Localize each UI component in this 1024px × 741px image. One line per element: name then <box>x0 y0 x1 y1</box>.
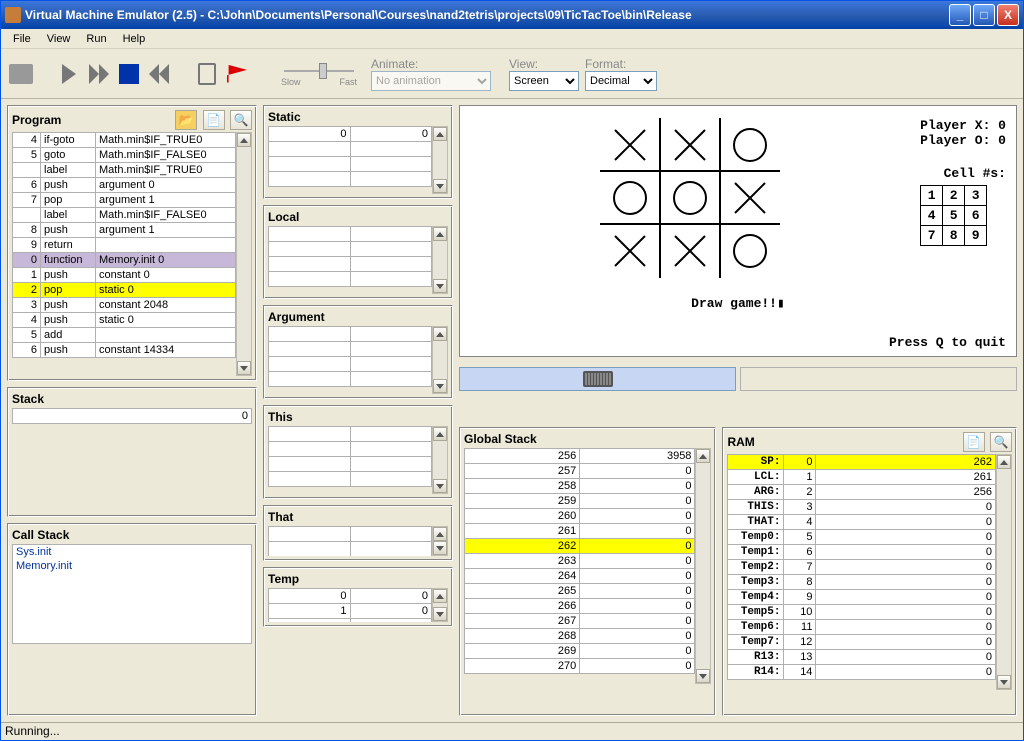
argument-scrollbar[interactable] <box>432 326 448 394</box>
titlebar: Virtual Machine Emulator (2.5) - C:\John… <box>1 1 1023 29</box>
temp-table[interactable]: 0010 <box>268 588 432 622</box>
globalstack-table[interactable]: 2563958257025802590260026102620263026402… <box>464 448 695 674</box>
globalstack-title: Global Stack <box>464 432 537 446</box>
status-bar: Running... <box>1 722 1023 740</box>
breakpoint-button[interactable] <box>225 62 249 86</box>
screen-output: Player X: 0 Player O: 0 Cell #s: 1234567… <box>459 105 1017 357</box>
menu-run[interactable]: Run <box>78 31 114 47</box>
keyboard-input[interactable] <box>459 367 736 391</box>
this-table[interactable] <box>268 426 432 487</box>
static-table[interactable]: 00 <box>268 126 432 187</box>
argument-table[interactable] <box>268 326 432 387</box>
that-table[interactable] <box>268 526 432 556</box>
that-title: That <box>268 510 293 524</box>
player-o-score: Player O: 0 <box>920 133 1006 148</box>
format-label: Format: <box>585 57 655 71</box>
temp-scrollbar[interactable] <box>432 588 448 622</box>
stop-button[interactable] <box>117 62 141 86</box>
local-table[interactable] <box>268 226 432 287</box>
maximize-button[interactable]: □ <box>973 4 995 26</box>
draw-message: Draw game!!▮ <box>460 296 1016 311</box>
app-icon <box>5 7 21 23</box>
program-scrollbar[interactable] <box>236 132 252 376</box>
stack-top-value[interactable] <box>12 408 252 424</box>
search-button[interactable]: 🔍 <box>230 110 252 130</box>
callstack-list[interactable]: Sys.initMemory.init <box>12 544 252 644</box>
new-file-button[interactable]: 📄 <box>203 110 225 130</box>
this-scrollbar[interactable] <box>432 426 448 494</box>
menu-view[interactable]: View <box>39 31 79 47</box>
stack-title: Stack <box>12 392 44 406</box>
temp-panel: Temp 0010 <box>263 567 453 627</box>
local-title: Local <box>268 210 299 224</box>
program-panel: Program 📂 📄 🔍 4if-gotoMath.min$IF_TRUE05… <box>7 105 257 381</box>
close-button[interactable]: X <box>997 4 1019 26</box>
cells-label: Cell #s: <box>920 166 1006 181</box>
static-title: Static <box>268 110 301 124</box>
ram-title: RAM <box>727 435 754 449</box>
stack-panel: Stack <box>7 387 257 517</box>
this-panel: This <box>263 405 453 499</box>
format-select[interactable]: Decimal <box>585 71 657 91</box>
player-x-score: Player X: 0 <box>920 118 1006 133</box>
callstack-panel: Call Stack Sys.initMemory.init <box>7 523 257 716</box>
ram-table[interactable]: SP:0262LCL:1261ARG:2256THIS:30THAT:40Tem… <box>727 454 996 680</box>
keyboard-display <box>740 367 1017 391</box>
ram-scrollbar[interactable] <box>996 454 1012 690</box>
globalstack-scrollbar[interactable] <box>695 448 711 684</box>
script-button[interactable] <box>195 62 219 86</box>
menu-file[interactable]: File <box>5 31 39 47</box>
step-button[interactable] <box>57 62 81 86</box>
window-title: Virtual Machine Emulator (2.5) - C:\John… <box>25 8 947 22</box>
menubar: File View Run Help <box>1 29 1023 49</box>
argument-panel: Argument <box>263 305 453 399</box>
ram-panel: RAM 📄 🔍 SP:0262LCL:1261ARG:2256THIS:30TH… <box>722 427 1017 716</box>
open-folder-button[interactable]: 📂 <box>175 110 197 130</box>
that-scrollbar[interactable] <box>432 526 448 556</box>
keyboard-icon <box>583 371 613 387</box>
argument-title: Argument <box>268 310 325 324</box>
program-title: Program <box>12 113 61 127</box>
program-table[interactable]: 4if-gotoMath.min$IF_TRUE05gotoMath.min$I… <box>12 132 236 358</box>
animate-label: Animate: <box>371 57 489 71</box>
this-title: This <box>268 410 293 424</box>
static-panel: Static 00 <box>263 105 453 199</box>
print-button[interactable] <box>9 62 33 86</box>
that-panel: That <box>263 505 453 561</box>
local-panel: Local <box>263 205 453 299</box>
globalstack-panel: Global Stack 256395825702580259026002610… <box>459 427 716 716</box>
fast-forward-button[interactable] <box>87 62 111 86</box>
menu-help[interactable]: Help <box>115 31 154 47</box>
slow-label: Slow <box>281 77 301 87</box>
cell-legend: 123456789 <box>920 185 987 246</box>
minimize-button[interactable]: _ <box>949 4 971 26</box>
step-back-button[interactable] <box>147 62 171 86</box>
fast-label: Fast <box>339 77 357 87</box>
toolbar: Slow Fast Animate: No animation View: Scr… <box>1 49 1023 99</box>
static-scrollbar[interactable] <box>432 126 448 194</box>
speed-slider[interactable]: Slow Fast <box>281 61 357 87</box>
callstack-title: Call Stack <box>12 528 69 542</box>
local-scrollbar[interactable] <box>432 226 448 294</box>
view-select[interactable]: Screen <box>509 71 579 91</box>
ram-new-button[interactable]: 📄 <box>963 432 985 452</box>
temp-title: Temp <box>268 572 299 586</box>
animate-select[interactable]: No animation <box>371 71 491 91</box>
view-label: View: <box>509 57 577 71</box>
quit-message: Press Q to quit <box>889 335 1006 350</box>
ram-search-button[interactable]: 🔍 <box>990 432 1012 452</box>
